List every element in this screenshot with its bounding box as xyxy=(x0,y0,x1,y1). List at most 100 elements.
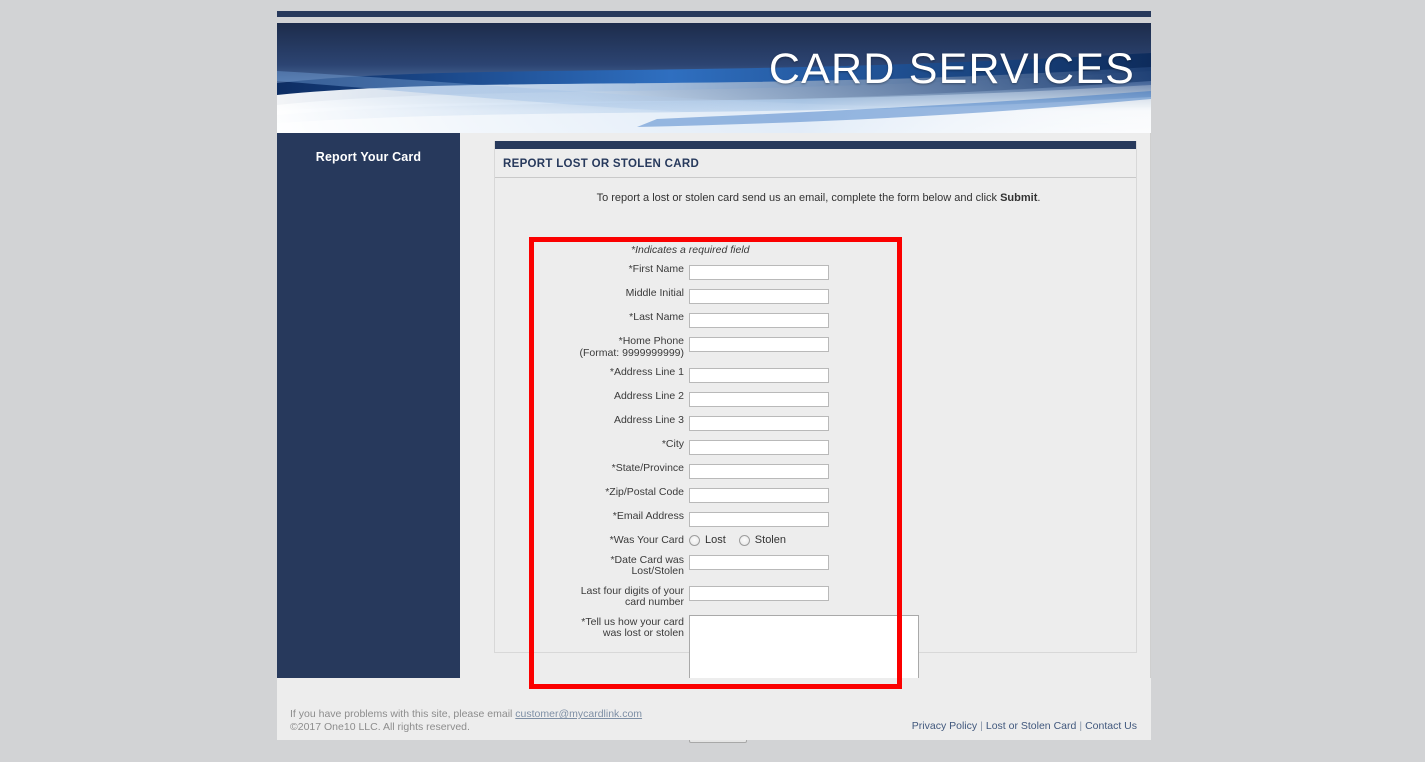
panel-accent-bar xyxy=(495,141,1136,149)
label-address-line-3-line1: Address Line 3 xyxy=(613,414,684,426)
control-zip-postal-code xyxy=(689,485,1136,503)
label-zip-postal-code: *Zip/Postal Code xyxy=(495,485,689,499)
radio-stolen[interactable] xyxy=(738,534,750,546)
zip-postal-code-input[interactable] xyxy=(689,487,829,503)
label-state-province-line1: *State/Province xyxy=(611,462,684,474)
last-name-input[interactable] xyxy=(689,312,829,328)
label-state-province: *State/Province xyxy=(495,461,689,475)
control-address-line-3 xyxy=(689,413,1136,431)
top-accent-bar xyxy=(277,11,1151,17)
site-banner: CARD SERVICES xyxy=(277,23,1151,133)
address-line-1-input[interactable] xyxy=(689,367,829,383)
footer-separator-1: | xyxy=(980,720,983,732)
label-home-phone-line1: *Home Phone xyxy=(618,335,684,347)
control-address-line-2 xyxy=(689,389,1136,407)
footer-problem-text: If you have problems with this site, ple… xyxy=(290,708,516,720)
label-address-line-1: *Address Line 1 xyxy=(495,365,689,379)
footer-link-contact-us[interactable]: Contact Us xyxy=(1085,720,1137,732)
form-panel: REPORT LOST OR STOLEN CARD To report a l… xyxy=(494,141,1137,743)
form-row-last-four-digits: Last four digits of your card number xyxy=(495,584,1136,609)
form-row-address-line-1: *Address Line 1 xyxy=(495,365,1136,383)
label-first-name-line1: *First Name xyxy=(628,263,684,275)
label-was-your-card: *Was Your Card xyxy=(495,533,689,547)
label-city: *City xyxy=(495,437,689,451)
form-row-address-line-3: Address Line 3 xyxy=(495,413,1136,431)
city-input[interactable] xyxy=(689,439,829,455)
form-row-address-line-2: Address Line 2 xyxy=(495,389,1136,407)
form-row-first-name: *First Name xyxy=(495,262,1136,280)
footer-email-link[interactable]: customer@mycardlink.com xyxy=(515,708,642,720)
radio-stolen-label[interactable]: Stolen xyxy=(755,534,786,546)
radio-lost[interactable] xyxy=(689,534,700,546)
sidebar: Report Your Card xyxy=(277,133,460,678)
form-row-home-phone: *Home Phone (Format: 9999999999) xyxy=(495,334,1136,359)
label-address-line-2: Address Line 2 xyxy=(495,389,689,403)
footer-link-privacy-policy[interactable]: Privacy Policy xyxy=(912,720,977,732)
label-address-line-1-line1: *Address Line 1 xyxy=(609,366,684,378)
footer-contact-text: If you have problems with this site, ple… xyxy=(290,708,642,734)
banner-title: CARD SERVICES xyxy=(768,45,1135,93)
footer-copyright: ©2017 One10 LLC. All rights reserved. xyxy=(290,721,470,733)
label-last-four-digits: Last four digits of your card number xyxy=(495,584,689,609)
address-line-3-input[interactable] xyxy=(689,415,829,431)
label-was-your-card-line1: *Was Your Card xyxy=(609,534,684,546)
radio-lost-label[interactable]: Lost xyxy=(705,534,726,546)
footer-problem-line: If you have problems with this site, ple… xyxy=(290,708,642,721)
lost-stolen-card-form: *Indicates a required field *First Name xyxy=(495,244,1136,749)
form-row-last-name: *Last Name xyxy=(495,310,1136,328)
label-address-line-3: Address Line 3 xyxy=(495,413,689,427)
footer-separator-2: | xyxy=(1079,720,1083,732)
form-row-was-your-card: *Was Your Card Lost Stolen xyxy=(495,533,1136,547)
date-lost-stolen-input[interactable] xyxy=(689,555,829,570)
panel-body: To report a lost or stolen card send us … xyxy=(495,178,1136,743)
footer: If you have problems with this site, ple… xyxy=(277,678,1151,740)
required-field-note: *Indicates a required field xyxy=(631,244,750,256)
intro-text-bold: Submit xyxy=(1000,192,1038,204)
label-last-name: *Last Name xyxy=(495,310,689,324)
control-home-phone xyxy=(689,334,1136,352)
control-state-province xyxy=(689,461,1136,479)
address-line-2-input[interactable] xyxy=(689,391,829,407)
form-row-state-province: *State/Province xyxy=(495,461,1136,479)
last-four-digits-input[interactable] xyxy=(689,586,829,601)
control-was-your-card: Lost Stolen xyxy=(689,533,1136,546)
page-title: REPORT LOST OR STOLEN CARD xyxy=(495,149,1136,178)
footer-link-lost-or-stolen-card[interactable]: Lost or Stolen Card xyxy=(986,720,1076,732)
label-first-name: *First Name xyxy=(495,262,689,276)
label-description: *Tell us how your card was lost or stole… xyxy=(495,615,689,640)
label-date-lost-stolen: *Date Card was Lost/Stolen xyxy=(495,553,689,578)
page-root: CARD SERVICES Report Your Card REPORT LO… xyxy=(0,0,1425,762)
control-city xyxy=(689,437,1136,455)
control-last-four-digits xyxy=(689,584,1136,602)
form-row-email-address: *Email Address xyxy=(495,509,1136,527)
content-area: REPORT LOST OR STOLEN CARD To report a l… xyxy=(460,133,1151,743)
label-address-line-2-line1: Address Line 2 xyxy=(613,390,684,402)
label-last-four-digits-line2: card number xyxy=(625,596,684,608)
form-row-middle-initial: Middle Initial xyxy=(495,286,1136,304)
label-middle-initial: Middle Initial xyxy=(495,286,689,300)
label-middle-initial-line1: Middle Initial xyxy=(625,287,684,299)
label-city-line1: *City xyxy=(661,438,684,450)
label-description-line2: was lost or stolen xyxy=(602,627,684,639)
control-date-lost-stolen xyxy=(689,553,1136,571)
footer-links: Privacy Policy | Lost or Stolen Card | Conta… xyxy=(912,720,1137,732)
email-address-input[interactable] xyxy=(689,511,829,527)
home-phone-input[interactable] xyxy=(689,336,829,352)
label-email-address-line1: *Email Address xyxy=(612,510,684,522)
control-middle-initial xyxy=(689,286,1136,304)
label-home-phone-line2: (Format: 9999999999) xyxy=(579,346,684,359)
control-address-line-1 xyxy=(689,365,1136,383)
form-row-zip-postal-code: *Zip/Postal Code xyxy=(495,485,1136,503)
label-zip-postal-code-line1: *Zip/Postal Code xyxy=(605,486,684,498)
intro-text-after: . xyxy=(1037,192,1041,204)
label-last-name-line1: *Last Name xyxy=(629,311,684,323)
state-province-input[interactable] xyxy=(689,463,829,479)
control-email-address xyxy=(689,509,1136,527)
intro-text-before: To report a lost or stolen card send us … xyxy=(596,192,1001,204)
first-name-input[interactable] xyxy=(689,264,829,280)
sidebar-item-report-your-card[interactable]: Report Your Card xyxy=(277,133,460,164)
label-home-phone: *Home Phone (Format: 9999999999) xyxy=(495,334,689,359)
middle-initial-input[interactable] xyxy=(689,288,829,304)
intro-text: To report a lost or stolen card send us … xyxy=(495,192,1136,204)
control-first-name xyxy=(689,262,1136,280)
